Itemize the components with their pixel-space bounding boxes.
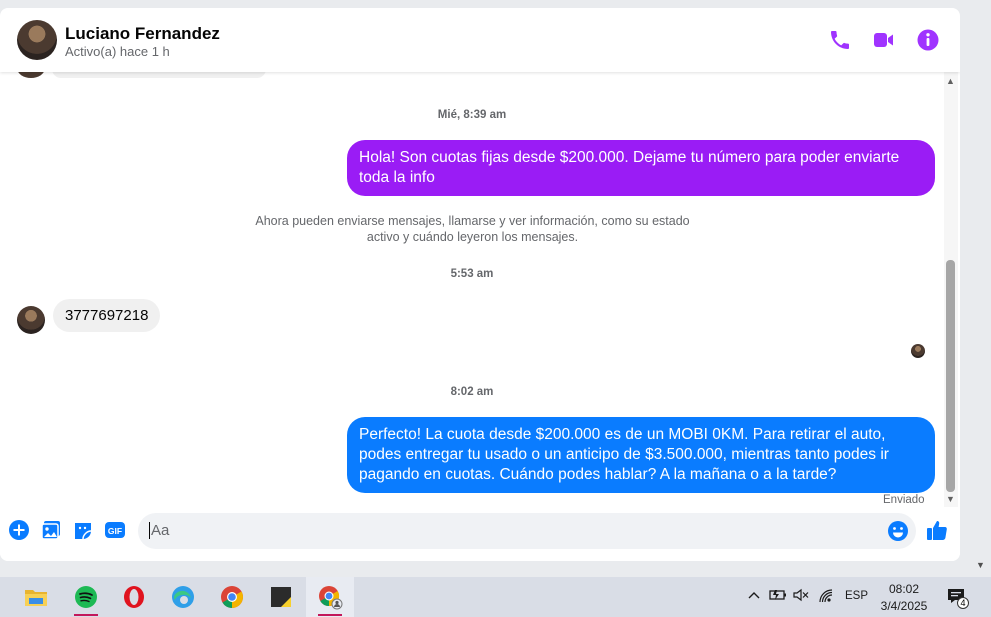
opera-icon[interactable] bbox=[110, 577, 158, 617]
notification-count-badge: 4 bbox=[957, 597, 969, 609]
timestamp: Mié, 8:39 am bbox=[437, 109, 507, 121]
sent-status: Enviado bbox=[883, 494, 925, 506]
emoji-icon[interactable] bbox=[887, 520, 909, 542]
chrome-profile-icon[interactable] bbox=[306, 577, 354, 617]
contact-status: Activo(a) hace 1 h bbox=[65, 44, 170, 59]
spotify-icon[interactable] bbox=[62, 577, 110, 617]
contact-avatar-small bbox=[17, 72, 45, 78]
page-scroll-down-arrow-icon[interactable]: ▼ bbox=[976, 560, 985, 570]
chrome-icon[interactable] bbox=[208, 577, 256, 617]
message-scrollbar[interactable]: ▲ ▼ bbox=[944, 72, 958, 507]
scroll-down-arrow-icon[interactable]: ▼ bbox=[946, 494, 955, 504]
message-bubble-outgoing[interactable]: Hola! Son cuotas fijas desde $200.000. D… bbox=[347, 140, 935, 196]
sticker-icon[interactable] bbox=[72, 519, 94, 541]
running-indicator bbox=[74, 614, 98, 616]
gif-icon[interactable]: GIF bbox=[104, 519, 126, 541]
wifi-icon[interactable] bbox=[818, 588, 834, 607]
scroll-thumb[interactable] bbox=[946, 260, 955, 492]
file-explorer-icon[interactable] bbox=[12, 577, 60, 617]
info-icon[interactable] bbox=[916, 28, 940, 52]
contact-name[interactable]: Luciano Fernandez bbox=[65, 24, 220, 44]
message-bubble-incoming[interactable]: 3777697218 bbox=[53, 299, 161, 332]
notification-center-icon[interactable]: 4 bbox=[947, 587, 969, 609]
timestamp: 5:53 am bbox=[450, 268, 494, 280]
clock-date: 3/4/2025 bbox=[880, 599, 928, 613]
message-bubble-outgoing[interactable]: Perfecto! La cuota desde $200.000 es de … bbox=[347, 417, 935, 493]
message-input-placeholder: Aa bbox=[149, 522, 170, 539]
gif-label: GIF bbox=[108, 526, 122, 536]
sticky-notes-icon[interactable] bbox=[257, 577, 305, 617]
message-bubble-incoming[interactable] bbox=[52, 72, 266, 78]
message-composer: GIF Aa bbox=[0, 507, 960, 561]
chevron-up-icon[interactable] bbox=[747, 588, 761, 605]
contact-avatar-small[interactable] bbox=[17, 306, 45, 334]
speaker-muted-icon[interactable] bbox=[793, 588, 809, 605]
timestamp: 8:02 am bbox=[450, 386, 494, 398]
system-clock[interactable]: 08:02 3/4/2025 bbox=[873, 581, 935, 615]
scroll-up-arrow-icon[interactable]: ▲ bbox=[946, 76, 955, 86]
chat-window: Luciano Fernandez Activo(a) hace 1 h Mié… bbox=[0, 8, 960, 561]
photo-icon[interactable] bbox=[40, 519, 62, 541]
language-indicator[interactable]: ESP bbox=[845, 590, 868, 602]
clock-time: 08:02 bbox=[888, 582, 920, 596]
contact-avatar[interactable] bbox=[17, 20, 57, 60]
phone-icon[interactable] bbox=[828, 28, 852, 52]
connection-notice: Ahora pueden enviarse mensajes, llamarse… bbox=[255, 214, 690, 244]
message-list[interactable]: Mié, 8:39 am Hola! Son cuotas fijas desd… bbox=[0, 72, 944, 502]
edge-icon[interactable] bbox=[159, 577, 207, 617]
windows-taskbar: ESP 08:02 3/4/2025 4 bbox=[0, 577, 991, 617]
thumbs-up-icon[interactable] bbox=[926, 519, 948, 541]
plus-icon[interactable] bbox=[8, 519, 30, 541]
video-call-icon[interactable] bbox=[872, 28, 896, 52]
message-input[interactable]: Aa bbox=[138, 513, 916, 549]
battery-icon[interactable] bbox=[769, 588, 787, 605]
running-indicator bbox=[318, 614, 342, 616]
chat-header: Luciano Fernandez Activo(a) hace 1 h bbox=[0, 8, 960, 72]
read-receipt-avatar bbox=[911, 344, 925, 358]
